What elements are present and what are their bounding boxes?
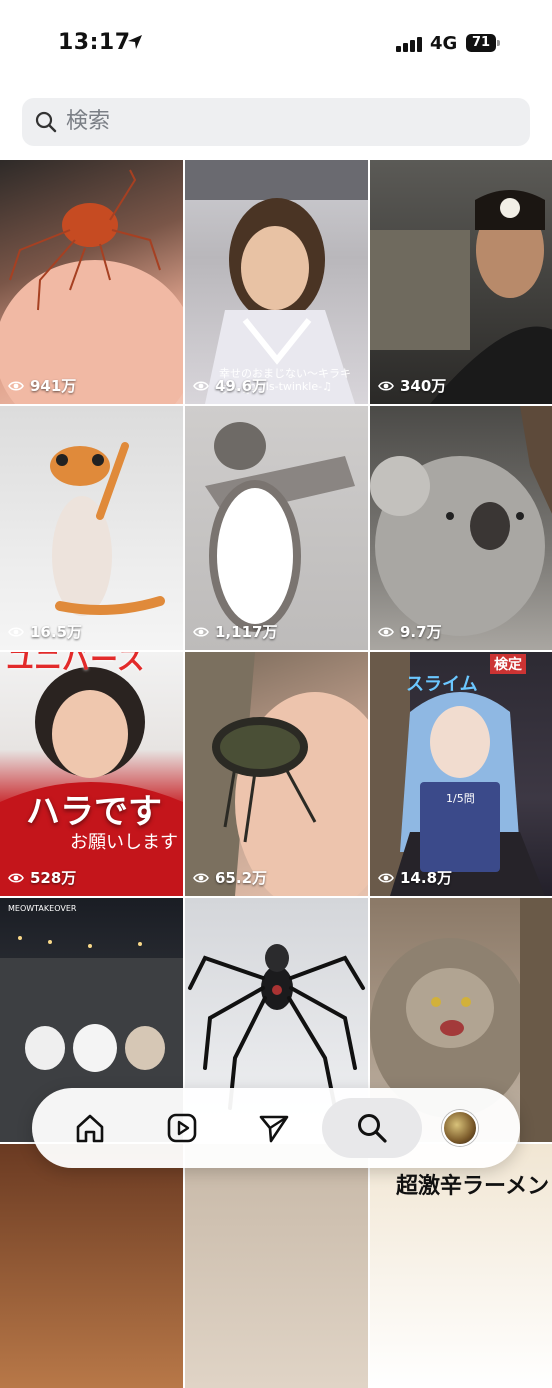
grid-tile-rabbit-standing[interactable]: 1,117万 <box>185 406 368 650</box>
eye-icon <box>8 626 24 637</box>
tab-messages[interactable] <box>234 1088 314 1168</box>
status-time: 13:17 <box>58 30 131 55</box>
overlay-top-text: ユニバース <box>6 652 145 676</box>
view-count: 49.6万 <box>193 375 267 396</box>
view-count: 1,117万 <box>193 621 277 642</box>
grid-tile-slime-cosplay[interactable]: スライム 検定 1/5問 14.8万 <box>370 652 552 896</box>
grid-tile-food[interactable] <box>0 1144 183 1388</box>
man-thumbnail <box>370 190 552 404</box>
eye-icon <box>8 380 24 391</box>
view-count: 9.7万 <box>378 621 442 642</box>
tab-home[interactable] <box>50 1088 130 1168</box>
eye-icon <box>378 626 394 637</box>
overlay-top-text: MEOWTAKEOVER <box>8 904 77 913</box>
home-icon <box>76 1114 104 1143</box>
reels-icon <box>167 1113 197 1143</box>
search-icon <box>35 111 57 133</box>
search-bar[interactable]: 検索 <box>22 98 530 146</box>
tab-profile[interactable] <box>420 1088 500 1168</box>
eye-icon <box>193 626 209 637</box>
battery-level: 71 <box>466 34 496 52</box>
overlay-small-text: 1/5問 <box>446 792 475 805</box>
overlay-title-text: 超激辛ラーメン <box>396 1174 550 1199</box>
overlay-sub-text: お願いします <box>70 832 178 853</box>
woman-thumbnail <box>0 667 183 896</box>
view-count: 65.2万 <box>193 867 267 888</box>
explore-grid: 941万 幸せのおまじない〜キラキラ〜♫ bells-twinkle-♫ 49.… <box>0 160 552 1388</box>
eye-icon <box>378 380 394 391</box>
grid-tile-cicada[interactable]: 65.2万 <box>185 652 368 896</box>
view-count: 340万 <box>378 375 446 396</box>
gecko-thumbnail <box>50 442 165 616</box>
overlay-title-text: ハラです <box>26 792 162 832</box>
eye-icon <box>193 872 209 883</box>
network-type: 4G <box>430 33 458 54</box>
grid-tile-woman-red[interactable]: ユニバース ハラです お願いします 528万 <box>0 652 183 896</box>
status-bar: 13:17 4G 71 <box>0 0 552 90</box>
grid-tile-koala[interactable]: 9.7万 <box>370 406 552 650</box>
grid-tile-ramen[interactable]: 超激辛ラーメン <box>370 1144 552 1388</box>
grid-tile-person-smiling[interactable]: 幸せのおまじない〜キラキラ〜♫ bells-twinkle-♫ 49.6万 <box>185 160 368 404</box>
eye-icon <box>8 872 24 883</box>
view-count: 14.8万 <box>378 867 452 888</box>
view-count: 528万 <box>8 867 76 888</box>
profile-avatar <box>442 1110 478 1146</box>
overlay-badge: 検定 <box>490 654 526 674</box>
search-icon <box>358 1114 387 1143</box>
grid-tile-cat-face[interactable] <box>185 1144 368 1388</box>
eye-icon <box>193 380 209 391</box>
koala-thumbnail <box>370 406 552 636</box>
view-count: 941万 <box>8 375 76 396</box>
rabbit-thumbnail <box>205 422 355 632</box>
tab-search[interactable] <box>316 1088 428 1168</box>
battery-icon: 71 <box>466 34 500 52</box>
eye-icon <box>378 872 394 883</box>
cicada-thumbnail <box>185 652 368 896</box>
location-arrow-icon <box>128 35 142 49</box>
grid-tile-gecko-waving[interactable]: 16.5万 <box>0 406 183 650</box>
spider-thumbnail <box>0 169 183 404</box>
tab-reels[interactable] <box>142 1088 222 1168</box>
search-input[interactable]: 検索 <box>66 98 110 146</box>
signal-icon <box>396 36 426 52</box>
bottom-tab-bar <box>32 1088 520 1168</box>
grid-tile-spider-on-finger[interactable]: 941万 <box>0 160 183 404</box>
send-icon <box>259 1115 289 1143</box>
grid-tile-man-portrait[interactable]: 340万 <box>370 160 552 404</box>
overlay-top-text: スライム <box>406 674 478 695</box>
view-count: 16.5万 <box>8 621 82 642</box>
